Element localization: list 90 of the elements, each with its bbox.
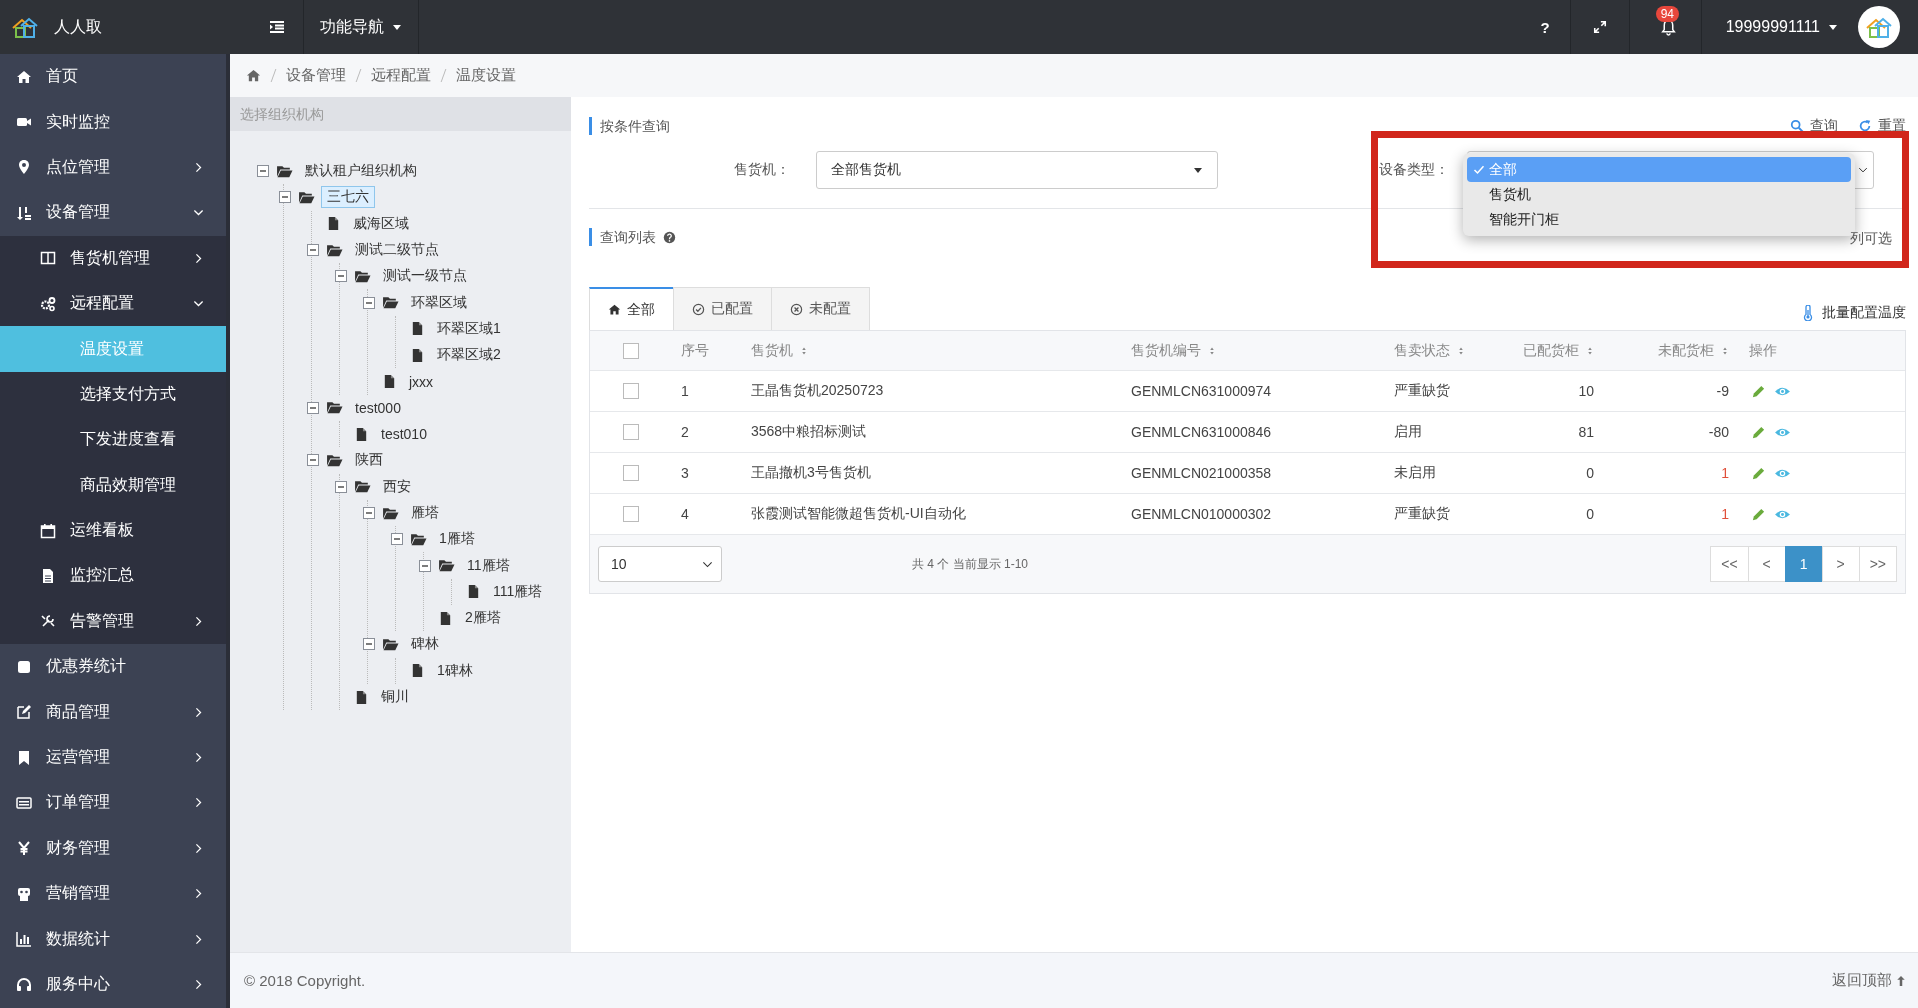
tree-node[interactable]: 测试二级节点 (349, 239, 445, 262)
tree-node[interactable]: 测试一级节点 (377, 265, 473, 288)
name-cell: 3568中粮招标测试 (751, 423, 867, 439)
status-cell: 启用 (1394, 423, 1422, 439)
code-cell: GENMLCN631000846 (1131, 424, 1272, 440)
sidebar-item[interactable]: 运维看板 (0, 507, 226, 554)
count-cell: 10 (1578, 383, 1594, 399)
field-label: 设备类型： (1378, 161, 1449, 179)
sidebar-item[interactable]: 商品效期管理 (0, 462, 226, 508)
copyright-text: © 2018 Copyright. (244, 972, 366, 989)
tree-node[interactable]: 威海区域 (347, 212, 415, 235)
tree-node[interactable]: test010 (375, 424, 433, 445)
sidebar-item[interactable]: 告警管理 (0, 598, 226, 645)
count-cell: 1 (1721, 506, 1729, 522)
tree-node[interactable]: 环翠区域2 (431, 344, 507, 367)
tab[interactable]: 全部 (589, 287, 674, 330)
tab[interactable]: 未配置 (771, 287, 870, 330)
count-cell: -9 (1716, 383, 1729, 399)
tree-node[interactable]: 西安 (377, 475, 417, 498)
tree-node[interactable]: 铜川 (375, 686, 415, 709)
query-button[interactable]: 查询 (1770, 117, 1838, 135)
tree-node[interactable]: 三七六 (321, 186, 375, 209)
sidebar-item[interactable]: 远程配置 (0, 280, 226, 327)
vending-machine-select[interactable]: 全部售货机 (816, 151, 1218, 189)
dropdown-option[interactable]: 智能开门柜 (1467, 207, 1851, 232)
index-cell: 2 (681, 424, 689, 440)
tree-node[interactable]: 111雁塔 (487, 580, 549, 603)
name-cell: 王晶撤机3号售货机 (751, 464, 871, 480)
column-header: 操作 (1749, 341, 1777, 360)
back-to-top-link[interactable]: 返回顶部 (1832, 971, 1906, 990)
page-button[interactable]: < (1747, 546, 1786, 582)
field-label: 售货机： (733, 161, 790, 179)
column-header: 序号 (681, 341, 709, 360)
tree-node[interactable]: 11雁塔 (461, 554, 516, 577)
column-header[interactable]: 未配货柜 (1658, 341, 1729, 360)
tree-node[interactable]: jxxx (403, 371, 440, 392)
index-cell: 4 (681, 506, 689, 522)
column-header[interactable]: 售卖状态 (1394, 341, 1465, 360)
reset-button[interactable]: 重置 (1838, 117, 1906, 135)
app-name: 人人取 (54, 16, 102, 37)
notification-button[interactable]: 94 (1629, 0, 1701, 54)
tree-node[interactable]: 2雁塔 (459, 607, 507, 630)
status-cell: 严重缺货 (1394, 505, 1450, 521)
pagination-summary: 共 4 个 当前显示 1-10 (912, 555, 1029, 573)
page-size-select[interactable]: 10 (598, 546, 722, 582)
tree-node[interactable]: 默认租户组织机构 (299, 160, 423, 183)
count-cell: 81 (1578, 424, 1594, 440)
user-menu-button[interactable]: 19999991111 (1701, 0, 1854, 54)
tree-node[interactable]: 1碑林 (431, 659, 479, 682)
nav-menu-button[interactable]: 功能导航 (304, 0, 418, 54)
count-cell: 0 (1586, 465, 1594, 481)
tree-node[interactable]: 陕西 (349, 449, 389, 472)
tree-node[interactable]: 环翠区域1 (431, 317, 507, 340)
status-cell: 严重缺货 (1394, 382, 1450, 398)
sidebar-item[interactable]: 售货机管理 (0, 235, 226, 281)
name-cell: 王晶售货机20250723 (751, 382, 884, 398)
tree-node[interactable]: 碑林 (405, 633, 445, 656)
tree-node[interactable]: 雁塔 (405, 502, 445, 524)
section-title: 按条件查询 (589, 117, 670, 135)
notification-badge: 94 (1655, 6, 1680, 22)
code-cell: GENMLCN021000358 (1131, 465, 1272, 481)
name-cell: 张霞测试智能微超售货机-UI自动化 (751, 505, 966, 521)
breadcrumb-link[interactable]: 设备管理 (286, 66, 346, 85)
count-cell: -80 (1708, 424, 1729, 440)
status-cell: 未启用 (1394, 464, 1436, 480)
page-button[interactable]: >> (1858, 546, 1897, 582)
column-header[interactable]: 已配货柜 (1523, 341, 1594, 360)
count-cell: 0 (1586, 506, 1594, 522)
sidebar-item[interactable]: 选择支付方式 (0, 371, 226, 418)
section-title: 查询列表 (589, 228, 656, 246)
page-button[interactable]: > (1821, 546, 1860, 582)
code-cell: GENMLCN010000302 (1131, 506, 1272, 522)
tree-node[interactable]: 环翠区域 (405, 291, 473, 314)
tree-node[interactable]: 1雁塔 (433, 528, 481, 551)
code-cell: GENMLCN631000974 (1131, 383, 1272, 399)
tab[interactable]: 已配置 (673, 287, 772, 330)
column-picker-button[interactable]: 列可选 (1830, 230, 1892, 248)
sidebar-item[interactable]: 监控汇总 (0, 553, 226, 599)
breadcrumb-current: 温度设置 (456, 66, 516, 85)
panel-header: 选择组织机构 (230, 97, 571, 131)
dropdown-option[interactable]: 售货机 (1467, 182, 1851, 207)
index-cell: 3 (681, 465, 689, 481)
breadcrumb-link[interactable]: 远程配置 (371, 66, 431, 85)
sidebar-item[interactable]: 下发进度查看 (0, 417, 226, 463)
tree-node[interactable]: test000 (349, 397, 407, 418)
index-cell: 1 (681, 383, 689, 399)
help-button[interactable]: ? (1520, 0, 1570, 54)
page-button[interactable]: << (1710, 546, 1749, 582)
batch-temperature-button[interactable]: 批量配置温度 (1800, 304, 1906, 322)
count-cell: 1 (1721, 465, 1729, 481)
